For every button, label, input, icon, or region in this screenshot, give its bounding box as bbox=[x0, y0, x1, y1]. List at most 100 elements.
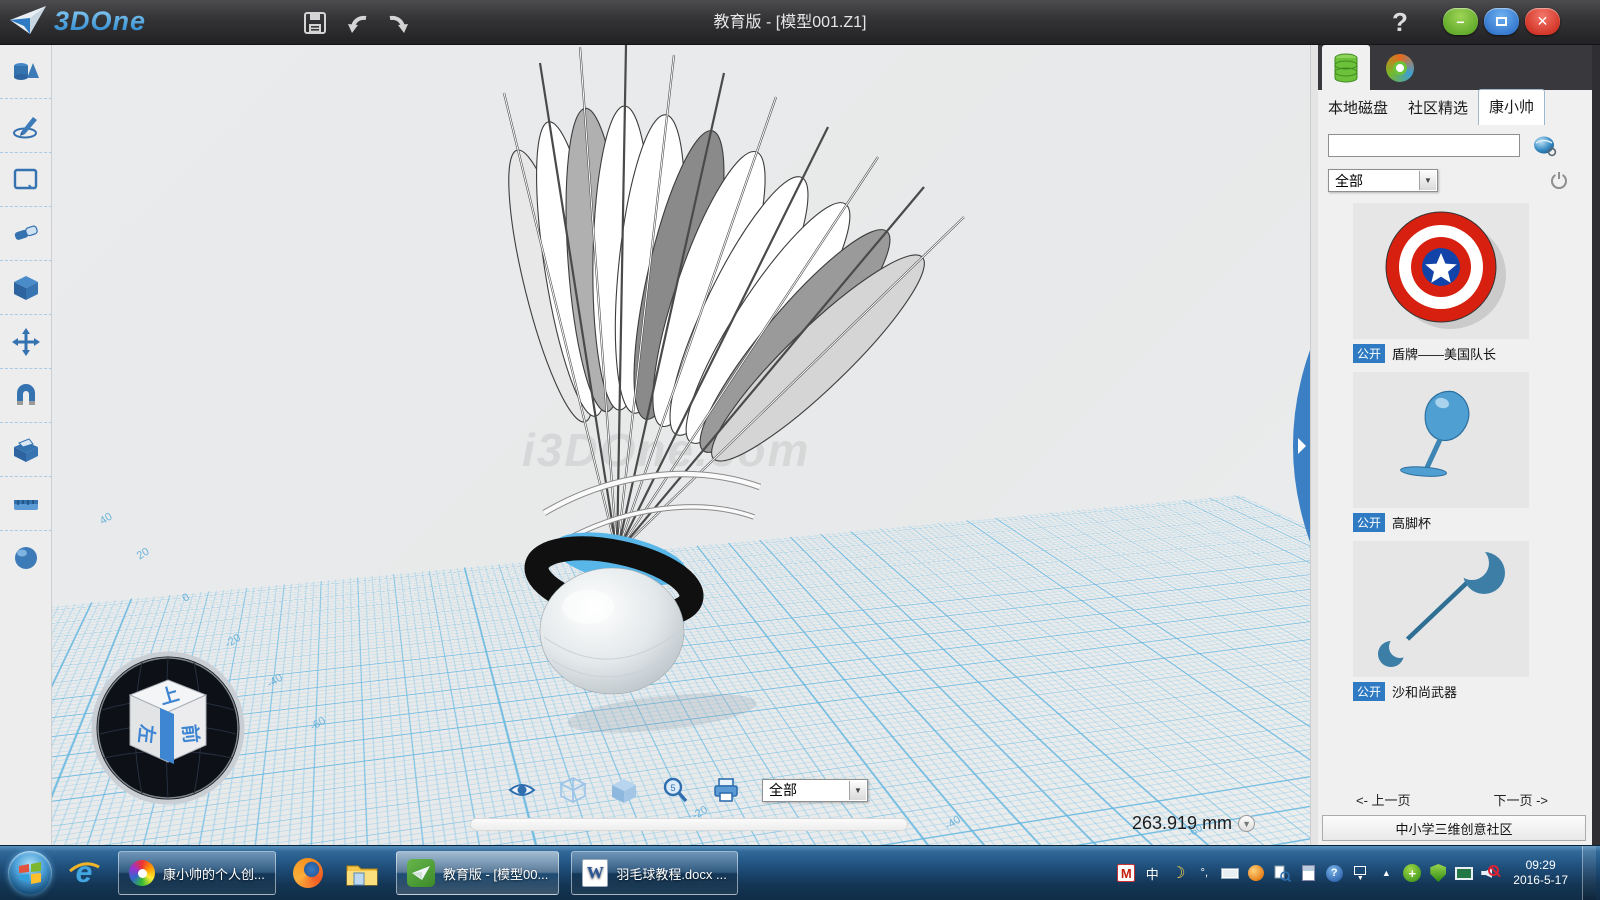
mathtype-tray-icon[interactable]: M bbox=[1117, 864, 1135, 882]
list-item: 公开 盾牌——美国队长 bbox=[1318, 203, 1592, 363]
eraser-icon bbox=[11, 219, 41, 249]
tool-sketch[interactable] bbox=[0, 99, 52, 153]
dimension-zoom-icon[interactable]: ▼ bbox=[1238, 815, 1255, 832]
model-name[interactable]: 沙和尚武器 bbox=[1392, 682, 1457, 701]
tool-eraser[interactable] bbox=[0, 207, 52, 261]
ime-punctuation-indicator[interactable]: °, bbox=[1195, 864, 1213, 882]
moon-tray-icon[interactable]: ☽ bbox=[1169, 864, 1187, 882]
show-desktop-button[interactable] bbox=[1582, 846, 1596, 900]
volume-muted-icon[interactable] bbox=[1481, 864, 1499, 882]
viewcube-left-label: 左 bbox=[134, 723, 159, 744]
taskbar-app-label: 康小帅的个人创... bbox=[163, 864, 265, 883]
firefox-button[interactable] bbox=[286, 850, 330, 896]
help-button[interactable]: ? bbox=[1384, 4, 1416, 40]
network-tray-icon[interactable] bbox=[1455, 864, 1473, 882]
svg-text:5: 5 bbox=[670, 783, 675, 793]
tool-feature[interactable] bbox=[0, 261, 52, 315]
ime-keyboard-icon[interactable] bbox=[1221, 864, 1239, 882]
wireframe-view-button[interactable] bbox=[558, 775, 588, 805]
zoom-button[interactable]: 5 bbox=[660, 775, 690, 805]
show-hidden-icons-button[interactable]: ▲ bbox=[1377, 864, 1395, 882]
public-badge[interactable]: 公开 bbox=[1353, 682, 1385, 701]
start-button[interactable] bbox=[8, 851, 52, 895]
help-tray-icon[interactable]: ? bbox=[1325, 864, 1343, 882]
taskbar-clock[interactable]: 09:29 2016-5-17 bbox=[1513, 858, 1568, 888]
search-globe-icon[interactable] bbox=[1532, 133, 1558, 159]
filter-row: 全部 ▼ bbox=[1328, 169, 1582, 193]
thumbnail-goblet[interactable] bbox=[1353, 372, 1529, 508]
tool-primitives[interactable] bbox=[0, 45, 52, 99]
tool-move[interactable] bbox=[0, 315, 52, 369]
public-badge[interactable]: 公开 bbox=[1353, 513, 1385, 532]
thumbnail-monk-spade[interactable] bbox=[1353, 541, 1529, 677]
search-doc-tray-icon[interactable] bbox=[1273, 864, 1291, 882]
viewport-scrollbar[interactable] bbox=[470, 818, 908, 831]
taskbar-app-word[interactable]: W 羽毛球教程.docx ... bbox=[571, 851, 738, 895]
public-badge[interactable]: 公开 bbox=[1353, 344, 1385, 363]
guard-shield-tray-icon[interactable] bbox=[1429, 864, 1447, 882]
nav-tab-local-disk[interactable]: 本地磁盘 bbox=[1318, 92, 1398, 123]
left-toolbar bbox=[0, 45, 52, 845]
display-filter-select[interactable]: 全部 ▼ bbox=[762, 779, 868, 802]
viewcube-front-label: 前 bbox=[178, 723, 203, 744]
print-button[interactable] bbox=[711, 775, 741, 805]
power-icon[interactable] bbox=[1550, 171, 1568, 189]
nav-tab-community-picks[interactable]: 社区精选 bbox=[1398, 92, 1478, 123]
taskbar-app-browser[interactable]: 康小帅的个人创... bbox=[118, 851, 276, 895]
prev-page-link[interactable]: <- 上一页 bbox=[1356, 790, 1411, 809]
app-logo: 3DOne bbox=[8, 4, 146, 38]
taskbar: e 康小帅的个人创... 教育版 - [模型00... bbox=[0, 845, 1600, 900]
maximize-button[interactable] bbox=[1484, 8, 1519, 35]
nav-tab-user[interactable]: 康小帅 bbox=[1478, 89, 1545, 125]
restore-glyph bbox=[1496, 17, 1507, 26]
viewport-3d[interactable]: 40 20 0 -20 -40 -60 -20 -40 -60 i3DOne.c… bbox=[52, 45, 1310, 845]
next-page-link[interactable]: 下一页 -> bbox=[1493, 790, 1548, 809]
tool-sketch-edit[interactable] bbox=[0, 153, 52, 207]
window-tray-icon[interactable]: ▼ bbox=[1351, 864, 1369, 882]
paper-plane-icon bbox=[8, 4, 48, 38]
minimize-glyph: − bbox=[1456, 14, 1464, 30]
view-cube[interactable]: 上 左 前 bbox=[90, 650, 246, 806]
ime-skin-icon[interactable] bbox=[1247, 864, 1265, 882]
svg-text:e: e bbox=[76, 856, 93, 889]
tab-community[interactable] bbox=[1374, 45, 1426, 90]
file-explorer-button[interactable] bbox=[340, 850, 384, 896]
model-name[interactable]: 高脚杯 bbox=[1392, 513, 1431, 532]
thumbnail-captain-america-shield[interactable] bbox=[1353, 203, 1529, 339]
viewport-toolbar: 5 全部 ▼ bbox=[507, 775, 868, 805]
model-list: 公开 盾牌——美国队长 公开 bbox=[1318, 203, 1592, 783]
undo-button[interactable] bbox=[343, 8, 373, 38]
category-filter-select[interactable]: 全部 ▼ bbox=[1328, 169, 1438, 192]
ime-indicator[interactable]: 中 bbox=[1143, 864, 1161, 882]
visibility-eye-button[interactable] bbox=[507, 775, 537, 805]
tool-magnet[interactable] bbox=[0, 369, 52, 423]
minimize-button[interactable]: − bbox=[1443, 8, 1478, 35]
firefox-icon bbox=[293, 858, 323, 888]
model-name[interactable]: 盾牌——美国队长 bbox=[1392, 344, 1496, 363]
tool-measure[interactable] bbox=[0, 477, 52, 531]
tool-render[interactable] bbox=[0, 531, 52, 585]
notes-tray-icon[interactable] bbox=[1299, 864, 1317, 882]
close-button[interactable]: ✕ bbox=[1525, 8, 1560, 35]
antivirus-tray-icon[interactable]: + bbox=[1403, 864, 1421, 882]
internet-explorer-button[interactable]: e bbox=[62, 850, 106, 896]
tab-model-library[interactable] bbox=[1322, 45, 1370, 90]
tool-combine[interactable] bbox=[0, 423, 52, 477]
panel-collapse-handle[interactable] bbox=[1286, 350, 1310, 542]
app-window: 3DOne 教育版 - [模型001.Z1] ? − ✕ bbox=[0, 0, 1600, 900]
close-glyph: ✕ bbox=[1537, 13, 1549, 30]
redo-button[interactable] bbox=[383, 8, 413, 38]
list-item: 公开 高脚杯 bbox=[1318, 372, 1592, 532]
windows-flag-icon bbox=[18, 862, 42, 884]
dimension-value: 263.919 mm bbox=[1132, 813, 1232, 834]
community-logo-icon bbox=[1386, 54, 1414, 82]
taskbar-app-3done[interactable]: 教育版 - [模型00... bbox=[396, 851, 559, 895]
measure-icon bbox=[11, 489, 41, 519]
search-input[interactable] bbox=[1328, 134, 1520, 157]
titlebar: 3DOne 教育版 - [模型001.Z1] ? − ✕ bbox=[0, 0, 1600, 45]
save-button[interactable] bbox=[300, 8, 330, 38]
community-site-button[interactable]: 中小学三维创意社区 bbox=[1322, 815, 1586, 841]
shaded-view-button[interactable] bbox=[609, 775, 639, 805]
primitives-icon bbox=[11, 57, 41, 87]
list-item: 公开 沙和尚武器 bbox=[1318, 541, 1592, 701]
